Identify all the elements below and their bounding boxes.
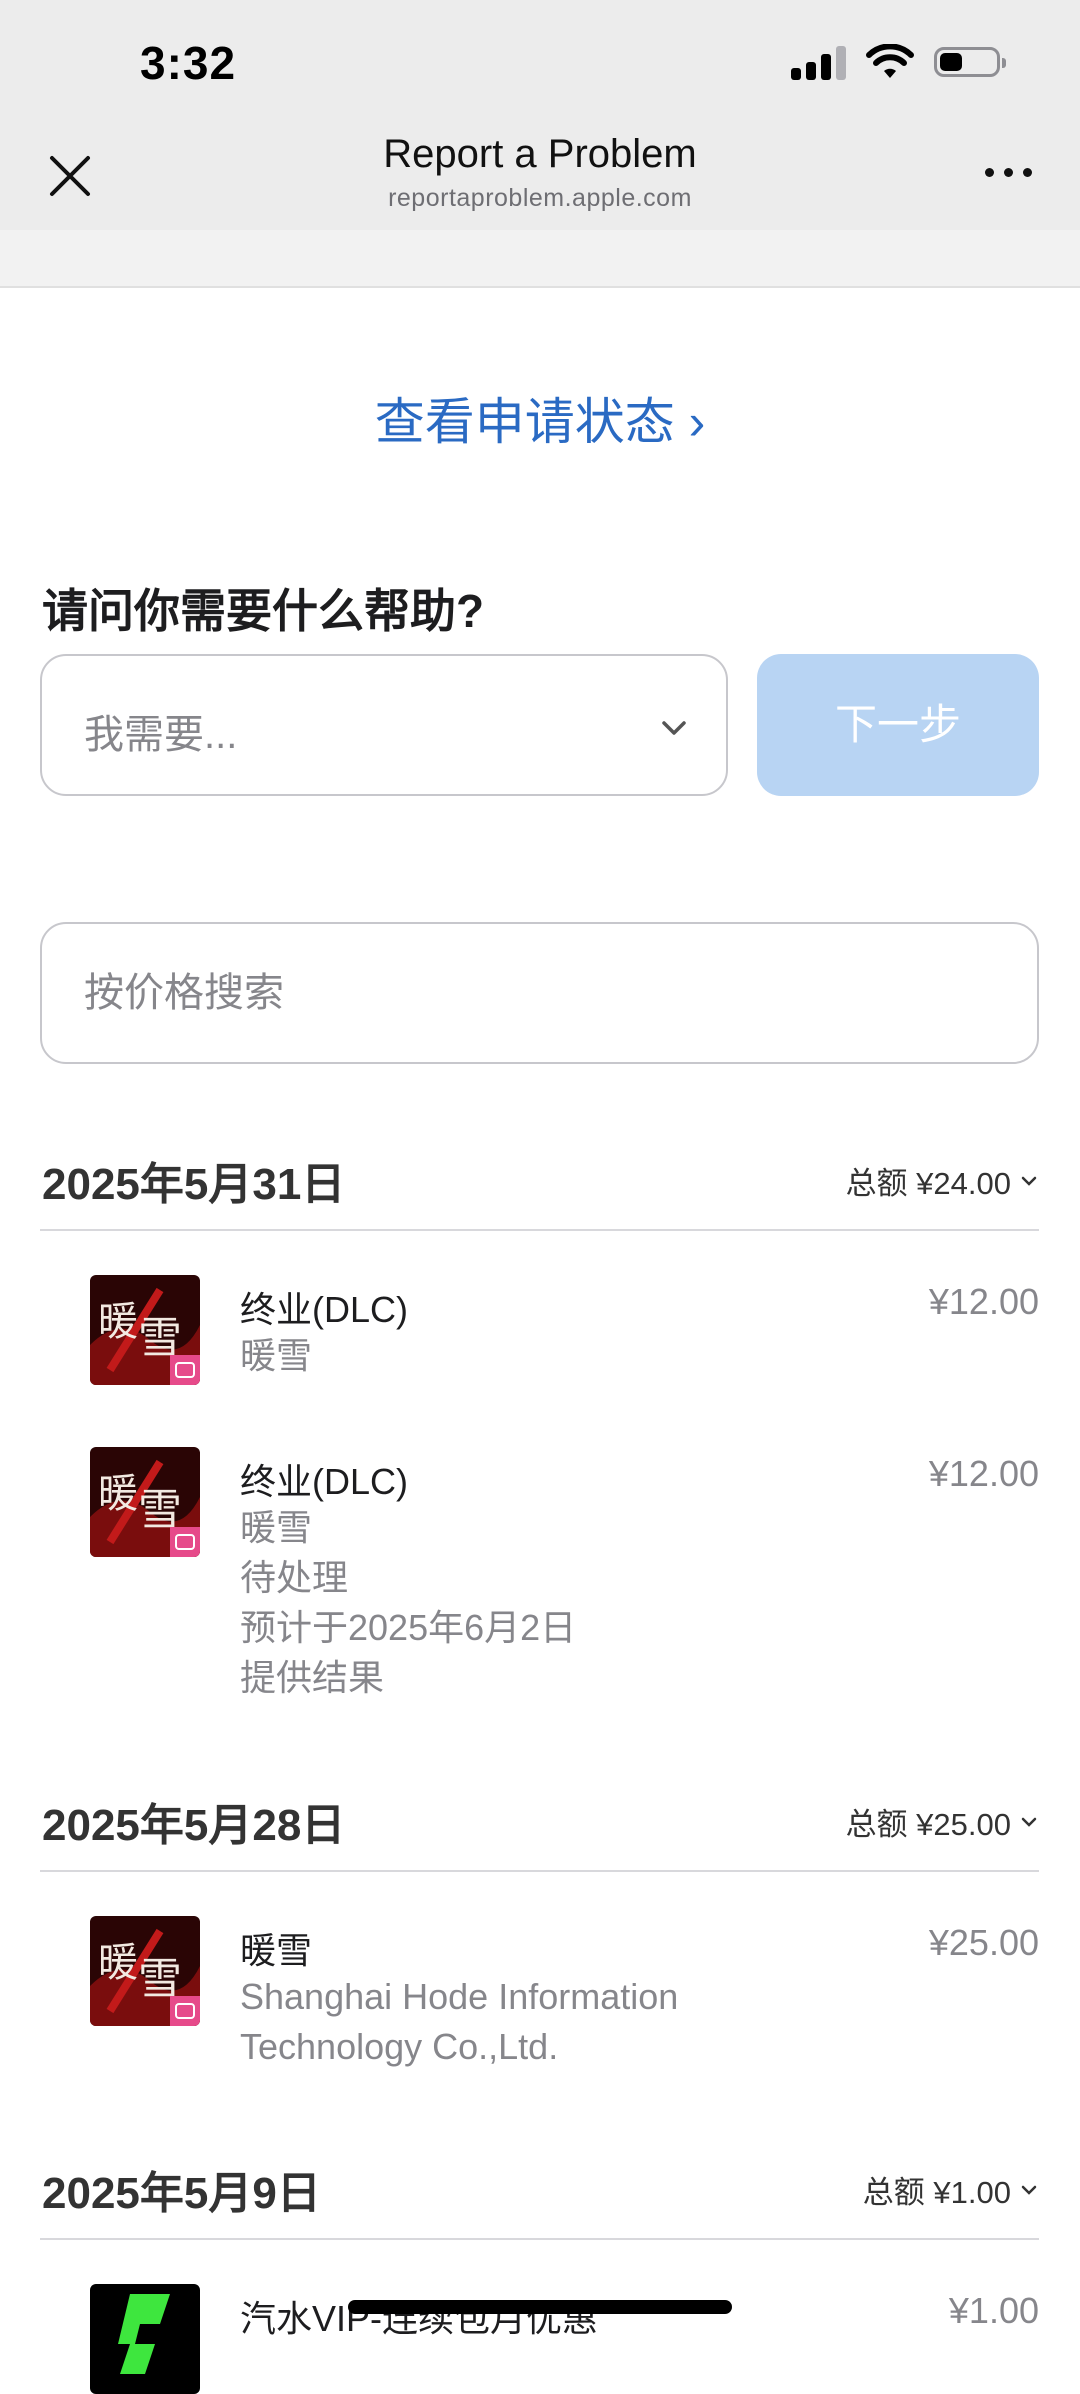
wifi-icon (866, 44, 914, 78)
group-date: 2025年5月28日 (42, 1801, 346, 1850)
item-details: 暖雪 (240, 1331, 312, 1381)
divider (40, 2238, 1039, 2240)
chevron-down-icon (1021, 1817, 1037, 1827)
item-eta-suffix: 提供结果 (240, 1657, 385, 1698)
item-seller: 暖雪 (240, 1335, 313, 1376)
chevron-down-icon (662, 721, 686, 735)
help-heading: 请问你需要什么帮助? (42, 585, 485, 637)
home-indicator (348, 2300, 732, 2314)
group-total-toggle[interactable]: 总额 ¥24.00 (846, 1158, 1039, 1203)
app-thumbnail: 暖 雪 (90, 1275, 200, 1385)
item-details: 暖雪 待处理 预计于2025年6月2日 提供结果 (240, 1503, 576, 1703)
more-options-icon[interactable] (985, 168, 1032, 177)
item-title: 汽水VIP-连续包月优惠 (240, 2298, 599, 2339)
app-thumbnail: 暖 雪 (90, 1916, 200, 2026)
group-total-label: 总额 ¥1.00 (862, 2175, 1011, 2210)
item-title: 暖雪 (240, 1930, 313, 1971)
group-date: 2025年5月31日 (42, 1160, 346, 1209)
toolbar-divider (0, 230, 1080, 288)
status-time: 3:32 (140, 37, 237, 89)
help-type-select[interactable]: 我需要... (40, 654, 728, 796)
status-icons (791, 44, 1006, 80)
cellular-signal-icon (791, 44, 846, 80)
item-eta: 预计于2025年6月2日 (240, 1607, 577, 1648)
item-title: 终业(DLC) (240, 1461, 408, 1502)
app-thumbnail: 暖 雪 (90, 1447, 200, 1557)
chevron-down-icon (1021, 2185, 1037, 2195)
svg-text:暖: 暖 (98, 1471, 138, 1517)
item-title: 终业(DLC) (240, 1289, 408, 1330)
app-thumbnail (90, 2284, 200, 2394)
item-price: ¥1.00 (948, 2290, 1039, 2331)
item-price: ¥12.00 (928, 1281, 1039, 1322)
view-request-status-link[interactable]: 查看申请状态 › (0, 382, 1080, 454)
select-value: 我需要... (84, 713, 238, 757)
group-total-toggle[interactable]: 总额 ¥25.00 (846, 1799, 1039, 1844)
browser-header: 3:32 Report a Problem reportaproblem.app… (0, 0, 1080, 230)
item-price: ¥25.00 (928, 1922, 1039, 1963)
group-total-label: 总额 ¥25.00 (845, 1807, 1011, 1842)
divider (40, 1229, 1039, 1231)
group-total-toggle[interactable]: 总额 ¥1.00 (863, 2167, 1039, 2212)
group-total-label: 总额 ¥24.00 (845, 1166, 1011, 1201)
battery-icon (934, 47, 1006, 77)
svg-text:暖: 暖 (98, 1940, 138, 1986)
group-date: 2025年5月9日 (42, 2169, 321, 2218)
divider (40, 1870, 1039, 1872)
page-title: Report a Problem (383, 132, 697, 176)
price-search-input[interactable] (40, 922, 1039, 1064)
item-seller: 暖雪 (240, 1507, 313, 1548)
chevron-down-icon (1021, 1176, 1037, 1186)
item-details: Shanghai Hode Information Technology Co.… (240, 1972, 678, 2072)
item-seller-line-1: Shanghai Hode Information (240, 1976, 679, 2017)
page-url: reportaproblem.apple.com (388, 184, 692, 212)
svg-text:暖: 暖 (98, 1299, 138, 1345)
item-seller-line-2: Technology Co.,Ltd. (240, 2026, 559, 2067)
next-button[interactable]: 下一步 (757, 654, 1039, 796)
item-price: ¥12.00 (928, 1453, 1039, 1494)
item-status: 待处理 (240, 1557, 349, 1598)
